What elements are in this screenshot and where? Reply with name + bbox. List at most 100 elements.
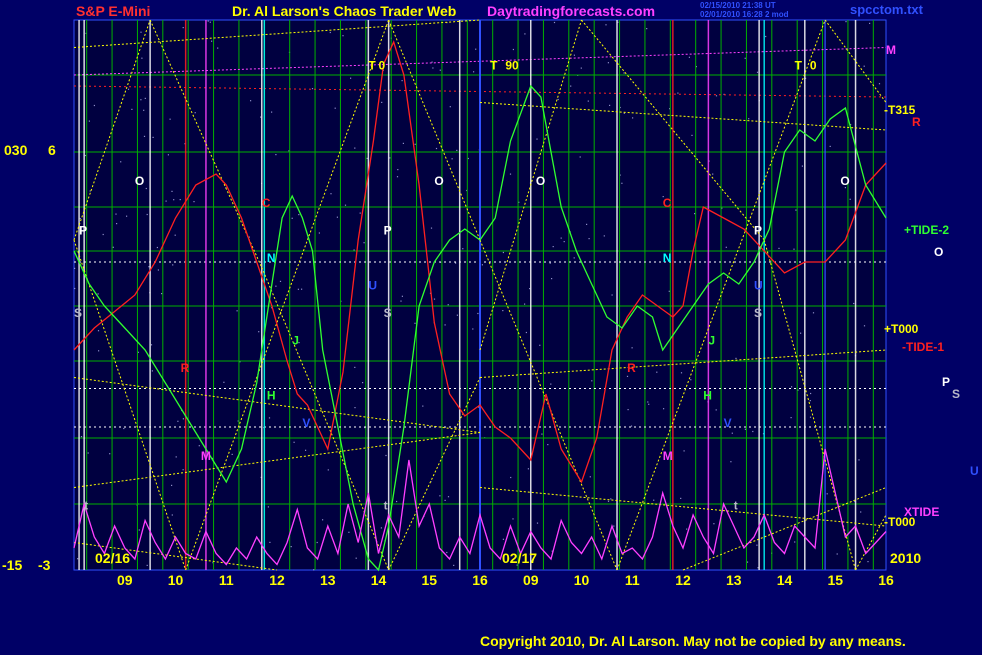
star (397, 169, 399, 171)
star (795, 209, 797, 211)
star (207, 20, 209, 22)
star (536, 522, 539, 524)
star (177, 420, 179, 422)
star (605, 24, 607, 26)
file-name: spcctom.txt (850, 2, 924, 17)
star (586, 223, 588, 225)
star (171, 190, 173, 192)
star (560, 237, 562, 239)
day1-marker: N (267, 251, 276, 265)
x-tick-label: 15 (421, 572, 437, 588)
star (603, 235, 605, 237)
day2-marker: N (663, 251, 672, 265)
day2-marker: J (708, 334, 715, 348)
day1-marker: P (384, 224, 392, 238)
star (456, 149, 458, 151)
day2-marker: 0 (810, 59, 817, 73)
star (169, 118, 171, 120)
day1-marker: M (201, 449, 211, 463)
star (432, 67, 434, 69)
star (510, 476, 512, 479)
star (790, 417, 792, 419)
day2-marker: H (703, 389, 712, 403)
star (79, 217, 81, 220)
site-link[interactable]: Daytradingforecasts.com (487, 3, 655, 19)
star (867, 561, 869, 563)
star (613, 525, 615, 527)
star (627, 409, 629, 411)
day2-marker: U (754, 279, 763, 293)
x-tick-label: 13 (320, 572, 336, 588)
star (623, 72, 625, 74)
star (348, 531, 350, 533)
star (730, 461, 732, 463)
star (433, 298, 436, 300)
star (131, 108, 133, 110)
star (524, 33, 526, 35)
star (451, 158, 453, 160)
star (354, 407, 356, 409)
star (298, 214, 300, 216)
x-tick-label: 15 (827, 572, 843, 588)
left-scale-bottom-a: -15 (2, 557, 22, 573)
star (141, 57, 143, 59)
star (512, 48, 514, 51)
day2-marker: C (663, 196, 672, 210)
star (694, 213, 696, 215)
star (668, 290, 670, 292)
star (102, 233, 104, 236)
star (591, 380, 593, 382)
star (456, 314, 458, 316)
day1-marker: S (74, 306, 82, 320)
day2-marker: 90 (505, 59, 519, 73)
star (334, 107, 336, 109)
star (632, 117, 634, 119)
star (527, 468, 529, 470)
star (744, 428, 746, 430)
star (472, 328, 474, 330)
star (396, 176, 399, 178)
star (336, 216, 338, 218)
star (690, 379, 692, 381)
right-label: P (942, 375, 950, 389)
star (444, 324, 446, 326)
star (539, 344, 541, 346)
star (363, 242, 365, 244)
star (279, 280, 282, 282)
star (88, 120, 90, 122)
right-label: +T000 (884, 322, 919, 336)
chaos-trader-chart: OPSRMtCNHJVT 0UPSOtT 90ORMCNJHVUPST 0Ot 09 1… (0, 0, 982, 650)
star (765, 35, 767, 38)
star (588, 238, 590, 240)
x-tick-label: 10 (574, 572, 590, 588)
star (401, 295, 403, 297)
star (860, 511, 862, 513)
star (680, 372, 683, 374)
star (143, 109, 145, 111)
star (311, 88, 314, 90)
star (290, 546, 292, 548)
star (525, 331, 527, 334)
day1-marker: R (181, 361, 190, 375)
star (663, 408, 665, 410)
star (715, 409, 717, 411)
right-label: -TIDE-1 (902, 340, 944, 354)
day2-marker: O (840, 174, 849, 188)
day2-marker: O (536, 174, 545, 188)
star (573, 54, 575, 56)
star (524, 303, 526, 305)
day1-marker: U (368, 279, 377, 293)
star (648, 403, 650, 405)
day1-marker: C (262, 196, 271, 210)
star (536, 138, 538, 140)
star (260, 116, 262, 118)
star (146, 564, 148, 566)
star (98, 350, 100, 352)
star (801, 165, 803, 167)
day2-marker: P (754, 224, 762, 238)
star (735, 357, 737, 359)
x-tick-label: 09 (117, 572, 133, 588)
star (446, 551, 448, 554)
day1-marker: P (79, 224, 87, 238)
star (541, 433, 543, 435)
